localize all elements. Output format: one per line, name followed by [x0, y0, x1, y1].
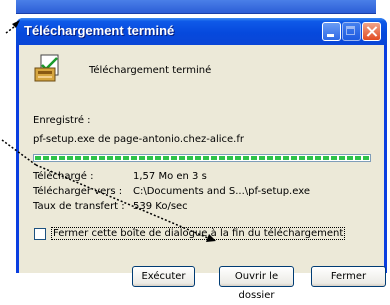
minimize-button[interactable] [322, 22, 341, 41]
header-text: Téléchargement terminé [89, 65, 212, 76]
downloaded-label: Téléchargé : [33, 171, 94, 182]
maximize-button [342, 22, 361, 41]
downloaded-file-icon [34, 54, 59, 82]
transfer-rate-value: 539 Ko/sec [133, 201, 188, 212]
close-window-button[interactable] [362, 22, 381, 41]
window-title: Téléchargement terminé [24, 23, 175, 38]
download-to-label: Télécharger vers : [33, 186, 123, 197]
progress-fill [35, 156, 369, 160]
download-complete-dialog: Téléchargement terminé Téléchargement te… [16, 18, 387, 301]
close-when-done-checkbox[interactable] [34, 228, 46, 240]
transfer-rate-label: Taux de transfert : [33, 201, 125, 212]
open-folder-button-label: Ouvrir le dossier [234, 271, 279, 301]
open-folder-button[interactable]: Ouvrir le dossier [219, 266, 294, 301]
dialog-body: Téléchargement terminé Enregistré : pf-s… [19, 45, 386, 301]
saved-label: Enregistré : [33, 115, 91, 126]
download-to-value: C:\Documents and S...\pf-setup.exe [133, 186, 310, 197]
downloaded-value: 1,57 Mo en 3 s [133, 171, 207, 182]
saved-value: pf-setup.exe de page-antonio.chez-alice.… [33, 134, 244, 145]
background-window-edge [0, 0, 390, 18]
background-window-titlebar [16, 0, 376, 14]
close-button[interactable]: Fermer [311, 266, 386, 287]
download-progress-bar [33, 154, 371, 162]
execute-button[interactable]: Exécuter [132, 266, 195, 287]
close-when-done-label[interactable]: Fermer cette boîte de dialogue à la fin … [51, 227, 346, 240]
titlebar[interactable]: Téléchargement terminé [16, 18, 387, 45]
